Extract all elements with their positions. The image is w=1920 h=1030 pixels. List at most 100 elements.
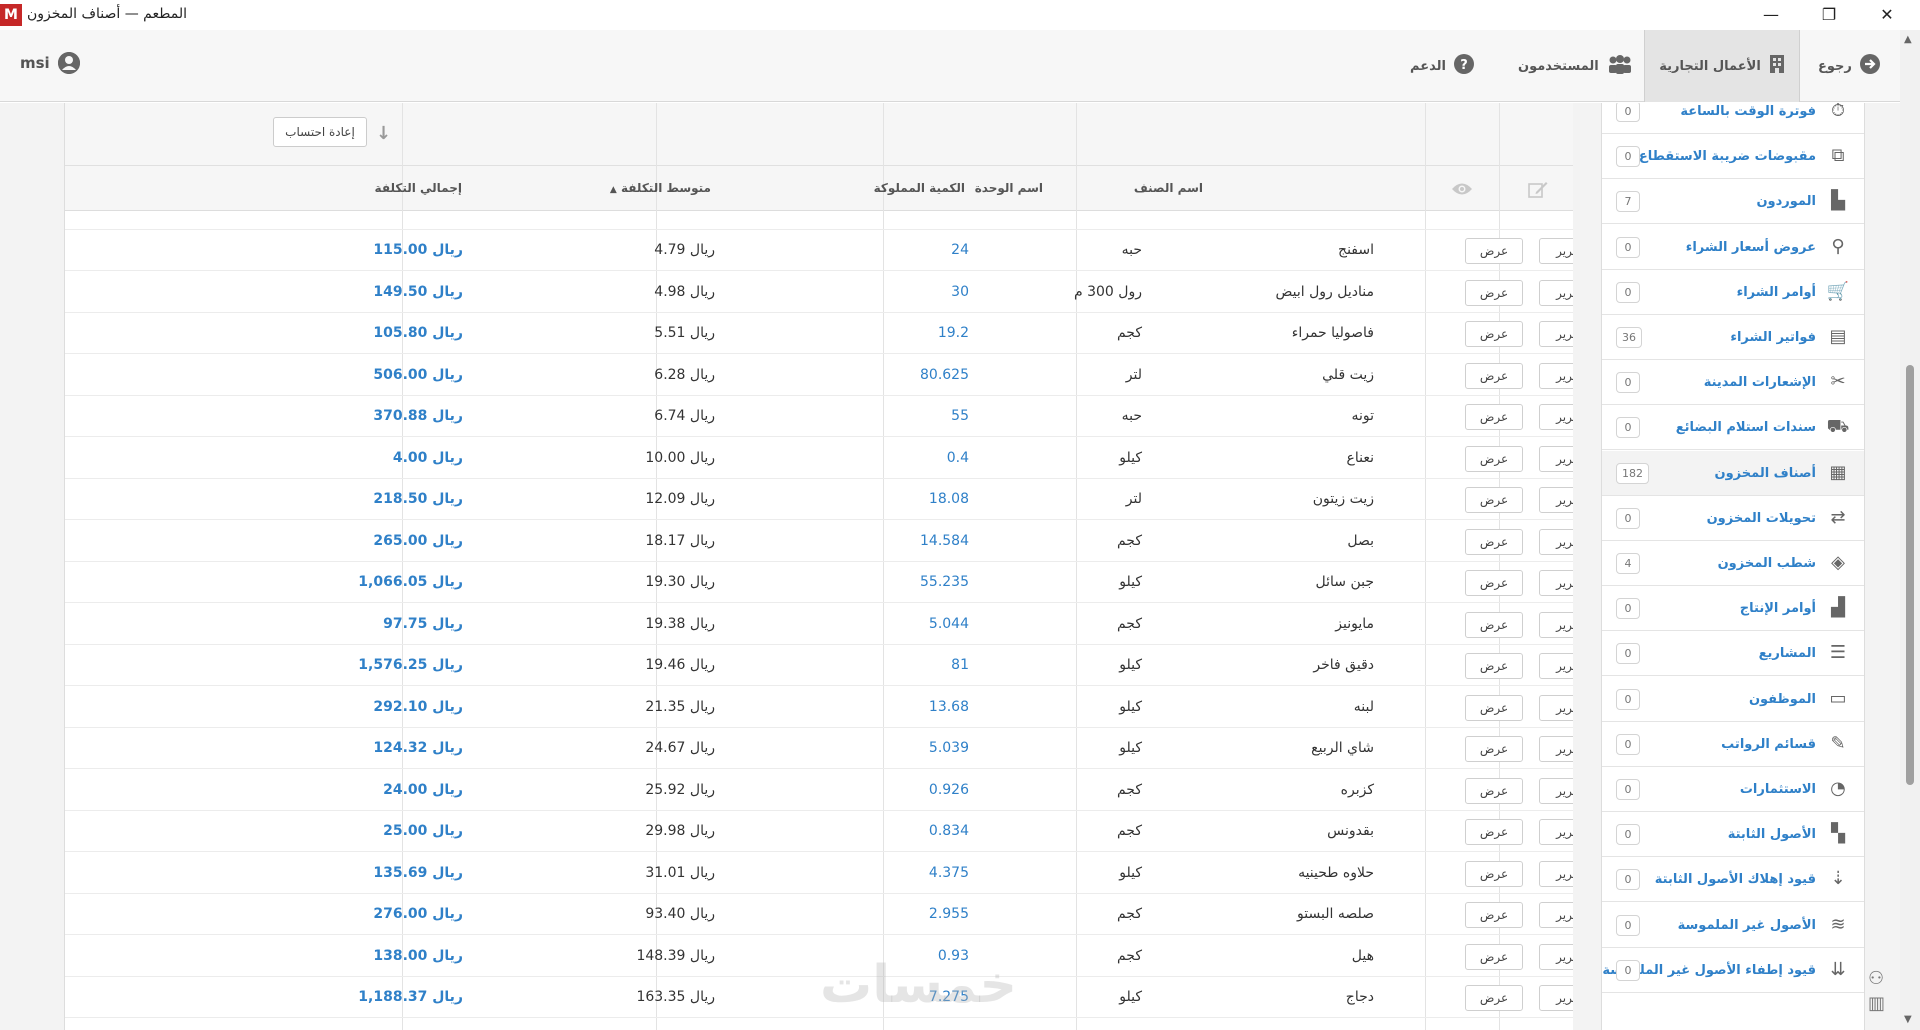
table-row[interactable]: ريال 218.50 ريال 12.09 18.08 لتر زيت زيتون عر… xyxy=(65,479,1573,520)
total-cost-cell[interactable]: ريال 506.00 xyxy=(373,355,463,396)
sidebar-item[interactable]: ▟ أوامر الإنتاج 0 xyxy=(1602,586,1864,632)
header-qty-owned[interactable]: الكمية المملوكة xyxy=(874,166,965,211)
sidebar-item[interactable]: ✎ قسائم الرواتب 0 xyxy=(1602,721,1864,767)
edit-button[interactable]: تحرير xyxy=(1539,694,1573,721)
close-button[interactable]: ✕ xyxy=(1864,0,1910,30)
edit-button[interactable]: تحرير xyxy=(1539,528,1573,555)
total-cost-cell[interactable]: ريال 115.00 xyxy=(373,230,463,271)
vertical-scrollbar[interactable]: ▲ ▼ xyxy=(1900,30,1920,1030)
table-row[interactable]: ريال 24.00 ريال 25.92 0.926 كجم كزبره عرض تحري… xyxy=(65,770,1573,811)
sidebar-item[interactable]: ⇄ تحويلات المخزون 0 xyxy=(1602,495,1864,541)
qty-owned-cell[interactable]: 0.834 xyxy=(929,811,969,852)
table-row[interactable]: ريال 138.00ريال 148.390.93كجمهيلعرضتحرير xyxy=(65,936,1573,977)
table-row[interactable]: ريال 292.10 ريال 21.35 13.68 كيلو لبنه عرض تحر… xyxy=(65,687,1573,728)
qty-owned-cell[interactable]: 19.2 xyxy=(938,313,969,354)
total-cost-cell[interactable]: ريال 4.00 xyxy=(393,438,463,479)
table-row[interactable]: ريال 135.69 ريال 31.01 4.375 كيلو حلاوه طحين… xyxy=(65,853,1573,894)
sidebar-item[interactable]: ⇣ قيود إهلاك الأصول الثابتة 0 xyxy=(1602,857,1864,903)
edit-button[interactable]: تحرير xyxy=(1539,611,1573,638)
table-row[interactable]: ريال 4.00 ريال 10.00 0.4 كيلو نعناع عرض تحرير xyxy=(65,438,1573,479)
total-cost-cell[interactable]: ريال 265.00 xyxy=(373,521,463,562)
total-cost-cell[interactable]: ريال 105.80 xyxy=(373,313,463,354)
restore-button[interactable]: ❐ xyxy=(1806,0,1852,30)
header-total-cost[interactable]: إجمالي التكلفة xyxy=(375,166,462,211)
qty-owned-cell[interactable]: 18.08 xyxy=(929,479,969,520)
table-row[interactable]: ريال 124.32 ريال 24.67 5.039 كيلو شاي الربيع… xyxy=(65,728,1573,769)
sidebar-item[interactable]: ⏱ فوترة الوقت بالساعة 0 xyxy=(1602,103,1864,134)
table-row[interactable]: ريال 370.88 ريال 6.74 55 حبه تونه عرض تحرير xyxy=(65,396,1573,437)
sidebar-item[interactable]: ▭ الموظفون 0 xyxy=(1602,676,1864,722)
sidebar-item[interactable]: ⧉ مقبوضات ضريبة الاستقطاع 0 xyxy=(1602,134,1864,180)
total-cost-cell[interactable]: ريال 370.88 xyxy=(373,396,463,437)
view-button[interactable]: عرض xyxy=(1465,611,1523,638)
total-cost-cell[interactable]: ريال 1,576.25 xyxy=(358,645,463,686)
sidebar-item[interactable]: ≋ الأصول غير الملموسة 0 xyxy=(1602,902,1864,948)
edit-button[interactable]: تحرير xyxy=(1539,777,1573,804)
edit-button[interactable]: تحرير xyxy=(1539,736,1573,762)
nav-users[interactable]: المستخدمون xyxy=(1518,30,1633,102)
table-row[interactable]: ريال 1,066.05 ريال 19.30 55.235 كيلو جبن سائ… xyxy=(65,562,1573,603)
minimize-button[interactable]: — xyxy=(1748,0,1794,30)
qty-owned-cell[interactable]: 0.4 xyxy=(947,438,969,479)
view-button[interactable]: عرض xyxy=(1465,528,1523,555)
view-button[interactable]: عرض xyxy=(1465,694,1523,721)
table-row[interactable]: ريال 276.00 ريال 93.40 2.955 كجم صلصه البستو… xyxy=(65,894,1573,935)
total-cost-cell[interactable]: ريال 292.10 xyxy=(373,687,463,728)
sidebar-item[interactable]: ☰ المشاريع 0 xyxy=(1602,631,1864,677)
nav-business[interactable]: الأعمال التجارية xyxy=(1644,30,1800,102)
view-button[interactable]: عرض xyxy=(1465,653,1523,679)
edit-button[interactable]: تحرير xyxy=(1539,445,1573,472)
view-button[interactable]: عرض xyxy=(1465,860,1523,887)
edit-button[interactable]: تحرير xyxy=(1539,238,1573,264)
recalculate-button[interactable]: إعادة احتساب xyxy=(273,117,367,147)
qty-owned-cell[interactable]: 55 xyxy=(951,396,969,437)
total-cost-cell[interactable]: ريال 25.00 xyxy=(383,811,463,852)
view-button[interactable]: عرض xyxy=(1465,487,1523,513)
qty-owned-cell[interactable]: 30 xyxy=(951,272,969,313)
sidebar-item[interactable]: 🛒 أوامر الشراء 0 xyxy=(1602,269,1864,315)
view-button[interactable]: عرض xyxy=(1465,777,1523,804)
edit-button[interactable]: تحرير xyxy=(1539,943,1573,970)
edit-button[interactable]: تحرير xyxy=(1539,404,1573,430)
sidebar-item[interactable]: ▚ الأصول الثابتة 0 xyxy=(1602,812,1864,858)
view-button[interactable]: عرض xyxy=(1465,321,1523,347)
edit-button[interactable]: تحرير xyxy=(1539,819,1573,845)
view-button[interactable]: عرض xyxy=(1465,819,1523,845)
total-cost-cell[interactable]: ريال 135.69 xyxy=(373,853,463,894)
sidebar-item[interactable]: ⛟ سندات استلام البضائع 0 xyxy=(1602,405,1864,451)
edit-button[interactable]: تحرير xyxy=(1539,321,1573,347)
view-button[interactable]: عرض xyxy=(1465,985,1523,1011)
sidebar-item[interactable]: ◈ شطب المخزون 4 xyxy=(1602,541,1864,586)
sidebar-item[interactable]: ▦ أصناف المخزون 182 xyxy=(1602,450,1864,496)
table-row[interactable]: ريال 265.00 ريال 18.17 14.584 كجم بصل عرض تحري… xyxy=(65,521,1573,562)
edit-button[interactable]: تحرير xyxy=(1539,860,1573,887)
view-button[interactable]: عرض xyxy=(1465,404,1523,430)
edit-button[interactable]: تحرير xyxy=(1539,985,1573,1011)
sidebar-item[interactable]: ▙ الموردون 7 xyxy=(1602,179,1864,225)
nav-back[interactable]: رجوع xyxy=(1818,30,1880,102)
sidebar-item[interactable]: ⚲ عروض أسعار الشراء 0 xyxy=(1602,224,1864,270)
total-cost-cell[interactable]: ريال 24.00 xyxy=(383,770,463,811)
sort-arrow-down-icon[interactable]: ↓ xyxy=(376,123,391,144)
qty-owned-cell[interactable]: 81 xyxy=(951,645,969,686)
header-avg-cost[interactable]: متوسط التكلفة ▲ xyxy=(610,166,711,211)
table-row[interactable]: ريال 149.50 ريال 4.98 30 رول 300 م مناديل رو… xyxy=(65,272,1573,313)
total-cost-cell[interactable]: ريال 1,188.37 xyxy=(358,977,463,1018)
view-button[interactable]: عرض xyxy=(1465,279,1523,306)
edit-button[interactable]: تحرير xyxy=(1539,902,1573,928)
sidebar-item[interactable]: ▤ فواتير الشراء 36 xyxy=(1602,315,1864,360)
qty-owned-cell[interactable]: 5.039 xyxy=(929,728,969,769)
edit-button[interactable]: تحرير xyxy=(1539,487,1573,513)
qty-owned-cell[interactable]: 24 xyxy=(951,230,969,271)
table-row[interactable]: ريال 1,188.37 ريال 163.35 7.275 كيلو دجاج عرض… xyxy=(65,977,1573,1018)
sidebar-item[interactable]: ◔ الاستثمارات 0 xyxy=(1602,767,1864,812)
edit-button[interactable]: تحرير xyxy=(1539,653,1573,679)
total-cost-cell[interactable]: ريال 218.50 xyxy=(373,479,463,520)
total-cost-cell[interactable]: ريال 1,066.05 xyxy=(358,562,463,603)
book-icon[interactable]: ▥ xyxy=(1868,993,1885,1014)
user-menu[interactable]: msi xyxy=(20,52,80,74)
qty-owned-cell[interactable]: 2.955 xyxy=(929,894,969,935)
edit-button[interactable]: تحرير xyxy=(1539,279,1573,306)
table-row[interactable]: ريال 115.00 ريال 4.79 24 حبه اسفنج عرض تحرير xyxy=(65,230,1573,271)
total-cost-cell[interactable]: ريال 149.50 xyxy=(373,272,463,313)
